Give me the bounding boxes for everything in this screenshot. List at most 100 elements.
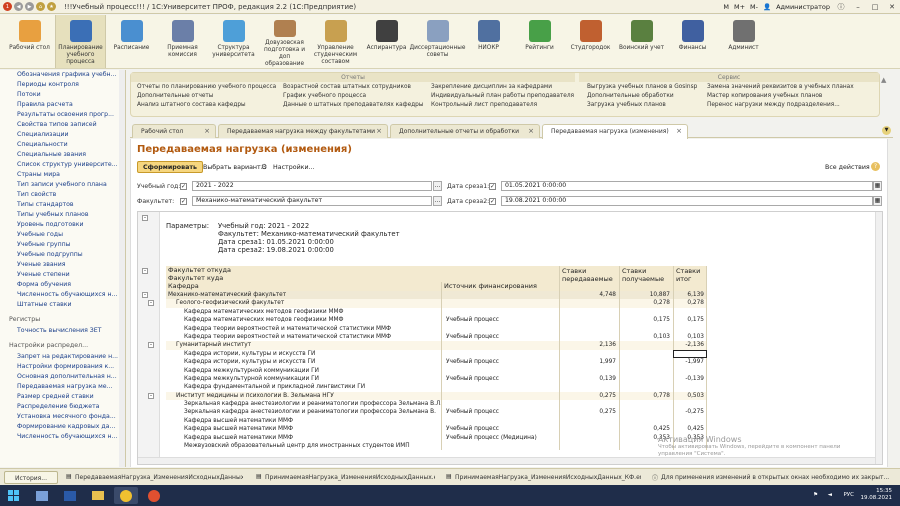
table-row[interactable]: Кафедра фундаментальной и прикладной лин… [166,383,707,392]
home-icon[interactable]: ⌂ [36,2,45,11]
table-row[interactable]: Кафедра теории вероятностей и математиче… [166,332,707,342]
sidebar-item[interactable]: Обозначения графика учебн... [0,70,125,80]
memory-button-m[interactable]: M [723,3,729,11]
onec-taskbar-icon[interactable] [114,487,138,504]
section-prep[interactable]: Довузовская подготовка и доп образование [259,15,310,68]
report-spreadsheet[interactable]: – – – – – – Параметры: Учебный год: 2021 - … [137,211,883,465]
collapse-group-icon[interactable]: – [142,292,148,298]
section-dissertation[interactable]: Диссертационные советы [410,15,465,68]
sidebar-item[interactable]: Тип свойств [0,190,125,200]
function-link[interactable]: Дополнительные отчеты [137,92,282,101]
sidebar-setting-item[interactable]: Численность обучающихся н... [0,432,125,442]
table-row[interactable]: Институт медицины и психологии В. Зельма… [166,391,707,401]
onec-config-icon[interactable] [142,487,166,504]
cut2-calendar-button[interactable]: ▦ [873,196,882,206]
memory-button-mplus[interactable]: M+ [734,3,745,11]
keyboard-language[interactable]: РУС [843,492,854,499]
function-link[interactable]: Закрепление дисциплин за кафедрами [431,83,575,92]
tab-close-icon[interactable]: × [376,125,382,138]
tab-transfer-load-changes[interactable]: Передаваемая нагрузка (изменения) × [542,124,688,139]
sidebar-item[interactable]: Типы учебных планов [0,210,125,220]
section-rating[interactable]: Рейтинги [514,15,565,68]
sidebar-register-item[interactable]: Точность вычисления ЗЕТ [0,326,125,336]
function-link[interactable]: Замена значений реквизитов в учебных пла… [707,83,877,92]
sidebar-item[interactable]: Учебные годы [0,230,125,240]
cut2-checkbox[interactable]: ✓ [489,198,496,205]
cut1-field[interactable]: 01.05.2021 0:00:00 [501,181,873,191]
tab-close-icon[interactable]: × [528,125,534,138]
sidebar-item[interactable]: Ученые звания [0,260,125,270]
function-link[interactable]: Загрузка учебных планов [587,101,705,110]
table-row[interactable]: Геолого-геофизический факультет 0,278 0,27… [166,299,707,308]
faculty-field[interactable]: Механико-математический факультет [192,196,432,206]
section-desktop[interactable]: Рабочий стол [4,15,55,68]
sidebar-setting-item[interactable]: Передаваемая нагрузка ме... [0,382,125,392]
year-select-button[interactable]: … [433,181,442,191]
sidebar-item[interactable]: Периоды контроля [0,80,125,90]
sidebar-item[interactable]: Специальные звания [0,150,125,160]
table-row[interactable]: Кафедра высшей математики ММФ Учебный про… [166,425,707,434]
year-field[interactable]: 2021 - 2022 [192,181,432,191]
sidebar-setting-item[interactable]: Формирование кадровых да... [0,422,125,432]
table-row[interactable]: Гуманитарный институт 2,136 -2,136 [166,341,707,350]
selected-cell[interactable] [673,349,707,359]
tab-additional-reports[interactable]: Дополнительные отчеты и обработки × [390,124,540,138]
section-graduate-cap[interactable]: Аспирантура [361,15,412,68]
function-link[interactable]: Отчеты по планированию учебного процесса [137,83,282,92]
tabs-menu-icon[interactable]: ▼ [882,126,891,135]
sidebar-item[interactable]: Страны мира [0,170,125,180]
window-tab-1[interactable]: ПередаваемаяНагрузка_ИзмененияИсходныхДа… [75,471,243,484]
section-shield[interactable]: Воинский учет [616,15,667,68]
memory-button-mminus[interactable]: M- [750,3,758,11]
sidebar-item[interactable]: Тип записи учебного плана [0,180,125,190]
vertical-scrollbar[interactable] [875,212,882,464]
tab-close-icon[interactable]: × [676,125,682,138]
sidebar-item[interactable]: Уровень подготовки [0,220,125,230]
collapse-header-icon[interactable]: – [142,268,148,274]
table-row[interactable]: Кафедра высшей математики ММФ [166,416,707,426]
table-row[interactable]: Кафедра истории, культуры и искусств ГИ [166,349,707,359]
sidebar-item[interactable]: Численность обучающихся н... [0,290,125,300]
sidebar-item[interactable]: Штатные ставки [0,300,125,310]
function-link[interactable]: Дополнительные обработки [587,92,705,101]
start-button[interactable] [2,487,24,504]
back-icon[interactable]: ◀ [14,2,23,11]
table-row[interactable]: Кафедра математических методов геофизики… [166,307,707,317]
tab-desktop[interactable]: Рабочий стол × [132,124,216,138]
sidebar-item[interactable]: Правила расчета [0,100,125,110]
function-link[interactable]: Возрастной состав штатных сотрудников [283,83,429,92]
sidebar-item[interactable]: Специальности [0,140,125,150]
sidebar-setting-item[interactable]: Основная дополнительная н... [0,372,125,382]
sidebar-setting-item[interactable]: Распределение бюджета [0,402,125,412]
collapse-params-icon[interactable]: – [142,215,148,221]
table-row[interactable]: Зеркальная кафедра анестезиологии и реан… [166,408,707,417]
section-book[interactable]: Планирование учебного процесса [55,15,106,68]
user-name[interactable]: Администратор [776,3,830,11]
sidebar-item[interactable]: Результаты освоения прогр... [0,110,125,120]
powershell-icon[interactable] [58,487,82,504]
function-link[interactable]: График учебного процесса [283,92,429,101]
minimize-button[interactable]: – [852,2,864,13]
history-button[interactable]: История... [4,471,58,484]
cut1-checkbox[interactable]: ✓ [489,183,496,190]
table-row[interactable]: Межвузовский образовательный центр для и… [166,442,707,451]
table-row[interactable]: Кафедра межкультурной коммуникации ГИ [166,366,707,375]
table-row[interactable]: Кафедра теории вероятностей и математиче… [166,324,707,333]
section-students[interactable]: Управление студенческим составом [310,15,361,68]
function-link[interactable]: Перенос нагрузки между подразделения... [707,101,877,110]
faculty-select-button[interactable]: … [433,196,442,206]
function-link[interactable]: Индивидуальный план работы преподавателя [431,92,575,101]
sidebar-setting-item[interactable]: Установка месячного фонда... [0,412,125,422]
collapse-group-icon[interactable]: – [148,392,154,399]
settings-button[interactable]: Настройки... [267,161,321,173]
section-structure[interactable]: Структура университета [208,15,259,68]
sidebar-setting-item[interactable]: Размер средней ставки [0,392,125,402]
function-link[interactable]: Анализ штатного состава кафедры [137,101,282,110]
function-link[interactable]: Выгрузка учебных планов в Gosinsp [587,83,705,92]
table-row[interactable]: Кафедра истории, культуры и искусств ГИ У… [166,358,707,367]
favorites-icon[interactable]: ★ [47,2,56,11]
function-link[interactable]: Контрольный лист преподавателя [431,101,575,110]
sidebar-item[interactable]: Ученые степени [0,270,125,280]
table-row[interactable]: Механико-математический факультет 4,748 10… [166,291,707,300]
explorer-icon[interactable] [86,487,110,504]
